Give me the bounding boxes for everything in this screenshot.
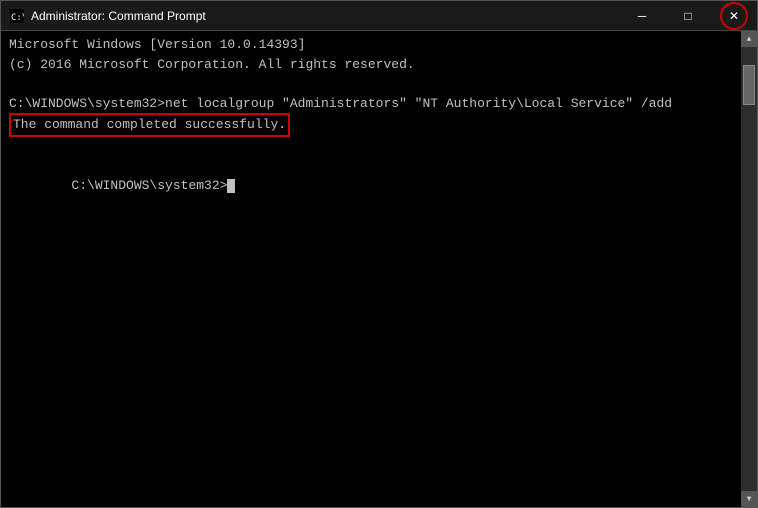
cmd-window: C:\ Administrator: Command Prompt ─ □ ✕ … [0, 0, 758, 508]
scrollbar-up-arrow[interactable]: ▲ [741, 31, 757, 47]
cursor-blink [227, 179, 235, 193]
console-line-1: Microsoft Windows [Version 10.0.14393] [9, 35, 733, 55]
cmd-icon: C:\ [9, 8, 25, 24]
console-prompt-line: C:\WINDOWS\system32> [9, 156, 733, 215]
scrollbar-down-arrow[interactable]: ▼ [741, 491, 757, 507]
console-line-4: C:\WINDOWS\system32>net localgroup "Admi… [9, 94, 733, 114]
console-content: Microsoft Windows [Version 10.0.14393] (… [9, 35, 749, 215]
scrollbar-thumb[interactable] [743, 65, 755, 105]
window-title: Administrator: Command Prompt [31, 9, 206, 23]
title-bar-left: C:\ Administrator: Command Prompt [9, 8, 206, 24]
console-success-message: The command completed successfully. [9, 113, 290, 137]
console-highlighted-line: The command completed successfully. [9, 113, 733, 137]
title-bar: C:\ Administrator: Command Prompt ─ □ ✕ [1, 1, 757, 31]
scrollbar-vertical[interactable]: ▲ ▼ [741, 31, 757, 507]
close-button[interactable]: ✕ [711, 1, 757, 31]
console-area: Microsoft Windows [Version 10.0.14393] (… [1, 31, 757, 507]
minimize-button[interactable]: ─ [619, 1, 665, 31]
svg-text:C:\: C:\ [11, 13, 24, 23]
maximize-button[interactable]: □ [665, 1, 711, 31]
console-line-blank-2 [9, 137, 733, 157]
window-controls: ─ □ ✕ [619, 1, 757, 31]
scrollbar-track[interactable] [741, 47, 757, 491]
console-line-blank-1 [9, 74, 733, 94]
console-line-2: (c) 2016 Microsoft Corporation. All righ… [9, 55, 733, 75]
